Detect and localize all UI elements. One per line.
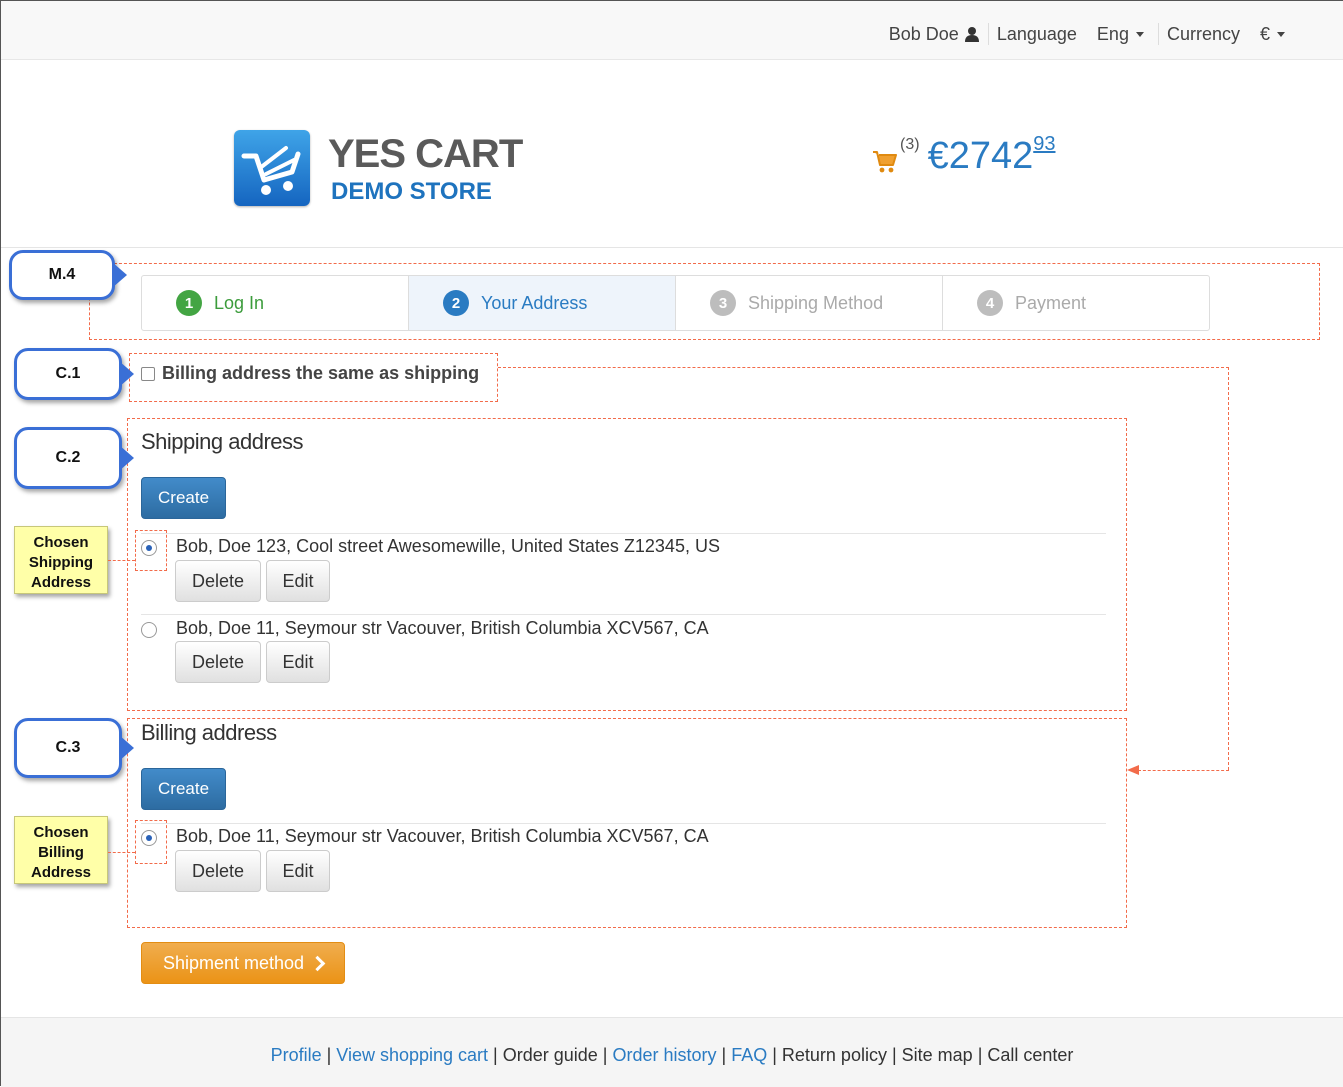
billing-same-label[interactable]: Billing address the same as shipping — [162, 363, 479, 384]
step-log-in[interactable]: 1 Log In — [142, 276, 409, 330]
cart-total-main: €2742 — [927, 135, 1034, 177]
footer-link-profile[interactable]: Profile — [271, 1045, 322, 1065]
note-line: Address — [30, 864, 92, 881]
step-label: Your Address — [481, 292, 588, 313]
checkout-steps: 1 Log In 2 Your Address 3 Shipping Metho… — [141, 275, 1210, 331]
shipping-address-text: Bob, Doe 123, Cool street Awesomewille, … — [176, 536, 720, 556]
step-payment: 4 Payment — [943, 276, 1209, 330]
edit-billing-address-button[interactable]: Edit — [266, 850, 330, 892]
edit-shipping-address-button[interactable]: Edit — [266, 641, 330, 683]
step-number: 3 — [710, 290, 736, 316]
step-number: 4 — [977, 290, 1003, 316]
annotation-connector — [1138, 770, 1229, 771]
language-dropdown[interactable]: Eng — [1097, 24, 1144, 45]
arrow-left-icon — [1127, 765, 1139, 775]
note-line: Shipping — [28, 554, 94, 571]
annotation-connector — [498, 367, 1229, 368]
currency-value: € — [1259, 23, 1270, 44]
create-shipping-address-button[interactable]: Create — [141, 477, 227, 519]
language-value: Eng — [1096, 23, 1129, 44]
shipment-method-label: Shipment method — [162, 952, 305, 973]
footer-link-faq[interactable]: FAQ — [731, 1045, 767, 1065]
note-chosen-billing: Chosen Billing Address — [14, 816, 108, 884]
step-label: Shipping Method — [748, 292, 884, 313]
user-icon — [964, 27, 979, 42]
currency-dropdown[interactable]: € — [1260, 24, 1285, 45]
cart-total: €274293 — [928, 134, 1056, 178]
step-number: 1 — [176, 290, 202, 316]
footer-link-return-policy[interactable]: Return policy — [782, 1045, 887, 1065]
user-menu[interactable]: Bob Doe — [889, 24, 980, 45]
row-divider — [141, 614, 1106, 615]
footer-separator: | — [326, 1045, 332, 1065]
header-divider — [1, 247, 1343, 248]
brand-name: YES CART — [328, 132, 523, 176]
top-nav: Bob Doe Language Eng Currency € — [889, 23, 1285, 45]
nav-divider — [1157, 23, 1159, 45]
billing-address-title: Billing address — [141, 720, 277, 745]
callout-c2: C.2 — [14, 427, 134, 489]
cart-item-count: (3) — [900, 136, 920, 153]
annotation-connector — [108, 852, 135, 853]
step-shipping-method: 3 Shipping Method — [676, 276, 943, 330]
delete-shipping-address-button[interactable]: Delete — [175, 560, 261, 602]
footer-separator: | — [772, 1045, 777, 1065]
callout-c3: C.3 — [14, 718, 134, 778]
footer-separator: | — [721, 1045, 727, 1065]
note-line: Chosen — [33, 824, 89, 841]
annotation-connector — [1228, 367, 1229, 770]
currency-label: Currency — [1166, 23, 1240, 44]
edit-shipping-address-button[interactable]: Edit — [266, 560, 330, 602]
note-line: Billing — [38, 844, 84, 861]
footer-separator: | — [493, 1045, 498, 1065]
shopping-cart-icon — [873, 151, 897, 173]
delete-shipping-address-button[interactable]: Delete — [175, 641, 261, 683]
brand-subtitle: DEMO STORE — [331, 178, 492, 205]
footer-link-call-center[interactable]: Call center — [987, 1045, 1073, 1065]
step-number: 2 — [443, 290, 469, 316]
language-label: Language — [996, 23, 1077, 44]
row-divider — [141, 823, 1106, 824]
chevron-down-icon — [1277, 31, 1285, 37]
step-label: Payment — [1015, 292, 1087, 313]
callout-c1: C.1 — [14, 348, 134, 400]
billing-same-checkbox[interactable] — [141, 367, 155, 381]
footer-link-site-map[interactable]: Site map — [902, 1045, 973, 1065]
billing-address-text: Bob, Doe 11, Seymour str Vacouver, Briti… — [176, 826, 709, 846]
shipping-address-radio[interactable] — [141, 622, 157, 638]
row-divider — [141, 533, 1106, 534]
footer-links: Profile | View shopping cart | Order guide | O… — [1, 1045, 1343, 1066]
annotation-connector — [108, 560, 135, 561]
step-your-address[interactable]: 2 Your Address — [409, 276, 676, 330]
store-logo[interactable] — [234, 130, 310, 206]
chevron-down-icon — [1135, 31, 1144, 37]
footer: Profile | View shopping cart | Order guide | O… — [1, 1017, 1343, 1087]
footer-separator: | — [891, 1045, 897, 1065]
step-label: Log In — [214, 292, 265, 313]
create-billing-address-button[interactable]: Create — [141, 768, 227, 810]
callout-m4: M.4 — [9, 250, 127, 300]
cart-total-cents: 93 — [1033, 133, 1056, 155]
footer-separator: | — [602, 1045, 608, 1065]
shipment-method-button[interactable]: Shipment method — [141, 942, 345, 984]
cart-logo-icon — [241, 146, 301, 195]
footer-link-order-guide[interactable]: Order guide — [503, 1045, 598, 1065]
footer-link-order-history[interactable]: Order history — [612, 1045, 716, 1065]
note-line: Chosen — [33, 534, 89, 551]
billing-address-radio[interactable] — [141, 830, 157, 846]
footer-separator: | — [977, 1045, 983, 1065]
shipping-address-text: Bob, Doe 11, Seymour str Vacouver, Briti… — [176, 618, 709, 638]
note-chosen-shipping: Chosen Shipping Address — [14, 526, 108, 594]
nav-divider — [987, 23, 989, 45]
chevron-right-icon — [309, 955, 326, 971]
user-name: Bob Doe — [888, 23, 959, 44]
cart-summary[interactable]: (3) €274293 — [872, 134, 1055, 178]
shipping-address-radio[interactable] — [141, 540, 157, 556]
footer-link-view-cart[interactable]: View shopping cart — [336, 1045, 488, 1065]
note-line: Address — [30, 574, 92, 591]
shipping-address-title: Shipping address — [141, 429, 304, 454]
delete-billing-address-button[interactable]: Delete — [175, 850, 261, 892]
top-navbar: Bob Doe Language Eng Currency € — [1, 1, 1343, 60]
